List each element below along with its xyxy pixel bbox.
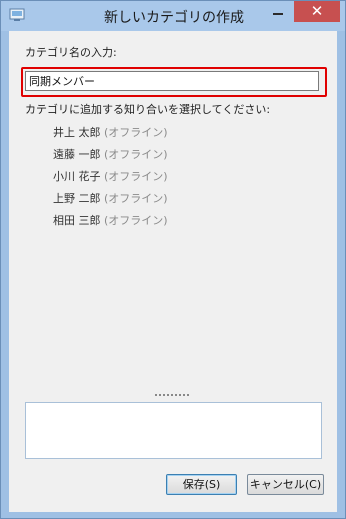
category-name-input[interactable]	[25, 71, 319, 91]
contact-status: (オフライン)	[104, 170, 168, 183]
contact-item[interactable]: 相田 三郎 (オフライン)	[53, 212, 168, 228]
dialog-window: 新しいカテゴリの作成 ✕ カテゴリ名の入力: カテゴリに追加する知り合いを選択し…	[0, 0, 346, 519]
contact-item[interactable]: 上野 二郎 (オフライン)	[53, 190, 168, 206]
category-name-label: カテゴリ名の入力:	[25, 46, 117, 59]
contact-status: (オフライン)	[104, 126, 168, 139]
title-bar[interactable]: 新しいカテゴリの作成 ✕	[1, 1, 345, 31]
contact-name: 上野 二郎	[53, 192, 101, 205]
contacts-label: カテゴリに追加する知り合いを選択してください:	[25, 103, 271, 116]
contact-status: (オフライン)	[104, 214, 168, 227]
app-icon	[9, 8, 25, 21]
dialog-content: カテゴリ名の入力: カテゴリに追加する知り合いを選択してください: 井上 太郎 …	[9, 31, 337, 512]
contact-name: 相田 三郎	[53, 214, 101, 227]
cancel-button[interactable]: キャンセル(C)	[247, 474, 324, 495]
contact-item[interactable]: 井上 太郎 (オフライン)	[53, 124, 168, 140]
window-title: 新しいカテゴリの作成	[104, 10, 244, 26]
splitter-handle[interactable]	[155, 394, 189, 398]
contact-name: 小川 花子	[53, 170, 101, 183]
contact-item[interactable]: 遠藤 一郎 (オフライン)	[53, 146, 168, 162]
save-button[interactable]: 保存(S)	[166, 474, 237, 495]
contact-name: 遠藤 一郎	[53, 148, 101, 161]
minimize-button[interactable]	[265, 2, 291, 22]
close-button[interactable]: ✕	[294, 1, 340, 22]
detail-box	[25, 402, 322, 459]
contact-status: (オフライン)	[104, 148, 168, 161]
contact-status: (オフライン)	[104, 192, 168, 205]
contact-item[interactable]: 小川 花子 (オフライン)	[53, 168, 168, 184]
contact-name: 井上 太郎	[53, 126, 101, 139]
